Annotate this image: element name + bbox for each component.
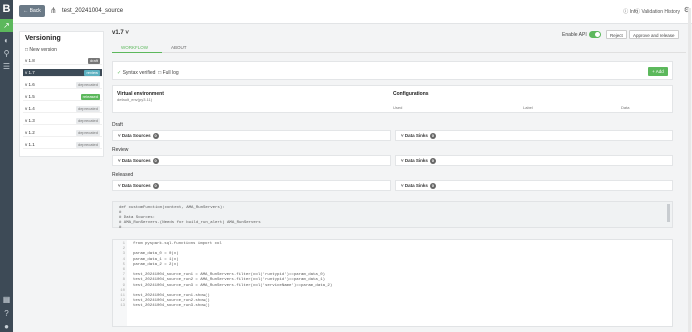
search-icon[interactable]: ⚲ [2, 49, 11, 58]
tab-workflow[interactable]: WORKFLOW [121, 45, 148, 50]
enable-api-label: Enable API [562, 32, 587, 38]
version-status-badge: deprecated [75, 118, 100, 124]
data-sinks-panel[interactable]: ˅ Data Sinks 0 [395, 155, 673, 166]
tab-about[interactable]: ABOUT [171, 45, 187, 50]
data-sources-label: Data Sources [121, 183, 151, 188]
count-badge: 0 [429, 158, 436, 164]
version-status-badge: deprecated [75, 106, 100, 112]
validation-history-link[interactable]: ⓘ Validation History [635, 8, 680, 15]
version-item-label: v 1.3 [25, 118, 35, 123]
version-item[interactable]: v 1.4 deprecated [23, 105, 102, 113]
code-editor[interactable]: 1 from pyspark.sql.functions import col 2 3… [112, 239, 673, 327]
active-tab-indicator [112, 52, 162, 53]
stage-label: Draft [112, 122, 123, 128]
code-line: test_20241004_source_run3.show() [133, 304, 210, 309]
app-logo: B [2, 3, 11, 15]
version-status-badge: deprecated [75, 82, 100, 88]
share-icon[interactable]: ⋔ [50, 6, 57, 15]
data-sources-label: Data Sources [121, 158, 151, 163]
version-status-badge: deprecated [75, 142, 100, 148]
version-status-badge: review [84, 70, 100, 76]
code-line: param_data_2 = 2(x) [133, 262, 179, 267]
validation-history-label: Validation History [641, 9, 680, 15]
data-sinks-label: Data Sinks [404, 133, 428, 138]
data-sources-panel[interactable]: ˅ Data Sources 0 [112, 180, 391, 191]
help-icon[interactable]: ? [2, 309, 11, 318]
workflow-icon[interactable]: ↗ [2, 21, 11, 30]
count-badge: 0 [152, 133, 159, 139]
version-item-label: v 1.2 [25, 130, 35, 135]
enable-api-toggle[interactable] [589, 31, 601, 38]
count-badge: 0 [429, 133, 436, 139]
dashboard-icon[interactable]: ◐ [2, 36, 11, 45]
version-item-label: v 1.8 [25, 58, 35, 63]
full-log-label: Full log [162, 70, 179, 76]
version-item-label: v 1.6 [25, 82, 35, 87]
line-number: 13 [120, 304, 125, 309]
full-log-link[interactable]: □ Full log [158, 70, 179, 76]
syntax-label: Syntax verified [122, 70, 156, 76]
data-sources-panel[interactable]: ˅ Data Sources 0 [112, 130, 391, 141]
version-label: v1.7 [112, 30, 124, 36]
stage-label: Released [112, 172, 134, 178]
data-sinks-panel[interactable]: ˅ Data Sinks 0 [395, 130, 673, 141]
config-col-used: Used [393, 105, 403, 110]
check-icon: ✓ [117, 70, 122, 76]
page-scrollbar[interactable] [688, 8, 691, 332]
version-item[interactable]: v 1.6 deprecated [23, 81, 102, 89]
version-header[interactable]: v1.7 ˅ [112, 30, 129, 36]
syntax-status: ✓ Syntax verified □ Full log [117, 70, 179, 76]
approve-release-button[interactable]: Approve and release [629, 30, 679, 39]
version-item-label: v 1.5 [25, 94, 35, 99]
layers-icon[interactable]: ☰ [2, 62, 11, 71]
code-header-scrollbar[interactable] [667, 204, 670, 222]
versioning-title: Versioning [25, 35, 61, 42]
version-item[interactable]: v 1.1 deprecated [23, 141, 102, 149]
virtual-env-value: default_env(py3.11) [117, 97, 153, 102]
nav-rail: B ↗ ◐ ⚲ ☰ ▦ ? ● [0, 0, 13, 332]
version-item[interactable]: v 1.8 draft [23, 57, 102, 65]
new-version-label: New version [29, 47, 57, 53]
environment-card: Virtual environment default_env(py3.11) … [112, 85, 673, 113]
user-avatar-icon[interactable]: ● [2, 322, 11, 331]
config-col-label: Label [523, 105, 533, 110]
version-item[interactable]: v 1.2 deprecated [23, 129, 102, 137]
data-sources-panel[interactable]: ˅ Data Sources 0 [112, 155, 391, 166]
version-item-label: v 1.1 [25, 142, 35, 147]
code-line: from pyspark.sql.functions import col [133, 242, 222, 246]
config-col-data: Data [621, 105, 630, 110]
version-item[interactable]: v 1.5 released [23, 93, 102, 101]
top-bar: ← Back ⋔ test_20241004_source ⓘ Info ⓘ V… [13, 0, 692, 24]
code-line: test_20241004_source_run3 = AMA_RunServe… [133, 283, 333, 288]
version-item[interactable]: v 1.7 review [23, 69, 102, 77]
version-status-badge: deprecated [75, 130, 100, 136]
version-item-label: v 1.7 [25, 70, 35, 75]
reject-button[interactable]: Reject [606, 30, 627, 39]
version-item[interactable]: v 1.3 deprecated [23, 117, 102, 125]
data-sinks-panel[interactable]: ˅ Data Sinks 0 [395, 180, 673, 191]
tab-bar: WORKFLOW ABOUT [112, 44, 686, 53]
new-version-button[interactable]: □ New version [25, 47, 57, 53]
syntax-card: ✓ Syntax verified □ Full log + Add [112, 61, 673, 80]
add-button[interactable]: + Add [648, 67, 668, 76]
data-sources-label: Data Sources [121, 133, 151, 138]
versioning-panel: Versioning □ New version v 1.8 draft v 1.7… [19, 31, 104, 157]
version-item-label: v 1.4 [25, 106, 35, 111]
apps-icon[interactable]: ▦ [2, 295, 11, 304]
version-status-badge: released [80, 94, 100, 100]
chevron-down-icon: ˅ [125, 30, 129, 36]
back-label: Back [29, 8, 41, 14]
count-badge: 0 [429, 183, 436, 189]
page-title: test_20241004_source [62, 8, 124, 14]
count-badge: 0 [152, 158, 159, 164]
version-status-badge: draft [87, 58, 100, 64]
configurations-label: Configurations [393, 91, 429, 97]
function-header-code: def customFunction(context, AMA_RunServe… [112, 201, 673, 230]
code-header-line: # [119, 226, 122, 230]
data-sinks-label: Data Sinks [404, 158, 428, 163]
back-button[interactable]: ← Back [19, 5, 45, 17]
stage-label: Review [112, 147, 129, 153]
count-badge: 0 [152, 183, 159, 189]
data-sinks-label: Data Sinks [404, 183, 428, 188]
